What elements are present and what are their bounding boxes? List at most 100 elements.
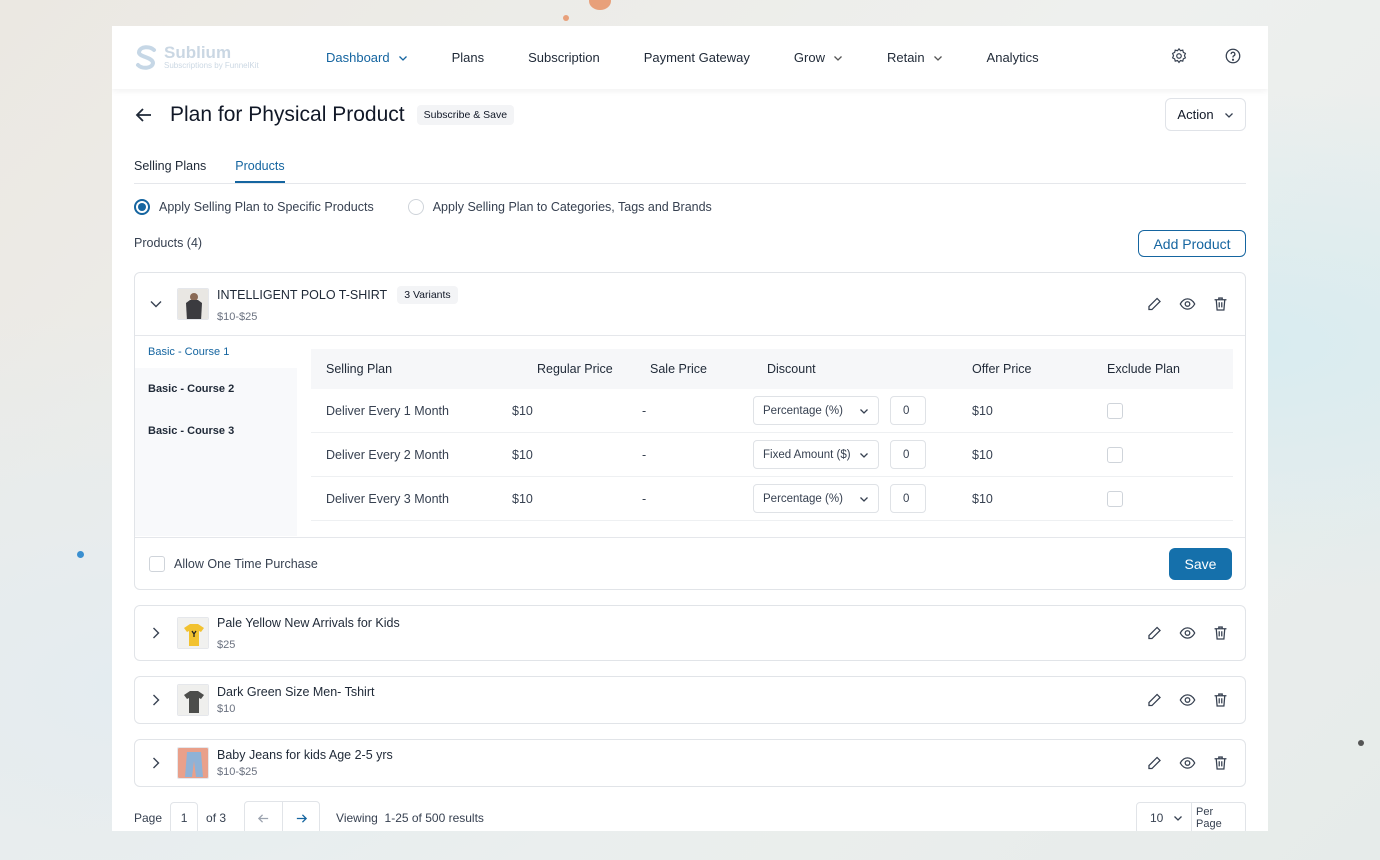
radio-label: Apply Selling Plan to Specific Products: [159, 200, 374, 214]
variant-item[interactable]: Basic - Course 3: [135, 410, 297, 452]
edit-icon[interactable]: [1146, 296, 1163, 313]
eye-icon[interactable]: [1179, 755, 1196, 772]
chevron-right-icon[interactable]: [149, 756, 163, 770]
nav-item-retain[interactable]: Retain: [887, 50, 943, 65]
per-page-select[interactable]: 10: [1137, 803, 1192, 831]
apply-categories-option[interactable]: Apply Selling Plan to Categories, Tags a…: [407, 199, 712, 215]
nav-item-dashboard[interactable]: Dashboard: [326, 50, 408, 65]
next-page-button[interactable]: [282, 802, 319, 831]
background-dot: [563, 15, 569, 21]
allow-one-time-checkbox[interactable]: [149, 556, 165, 572]
nav-item-analytics[interactable]: Analytics: [987, 50, 1039, 65]
tab-products[interactable]: Products: [235, 154, 285, 183]
exclude-plan-checkbox[interactable]: [1107, 402, 1123, 419]
nav-menu: Dashboard Plans Subscription Payment Gat…: [326, 50, 1083, 65]
column-header: Discount: [767, 362, 816, 376]
exclude-plan-checkbox[interactable]: [1107, 490, 1123, 507]
yellow-tshirt-image: [178, 618, 208, 648]
product-price: $10-$25: [217, 310, 258, 323]
current-page-input[interactable]: 1: [170, 802, 199, 831]
column-header: Sale Price: [650, 362, 707, 376]
chevron-down-icon: [1174, 816, 1183, 821]
nav-item-plans[interactable]: Plans: [452, 50, 485, 65]
tab-selling-plans[interactable]: Selling Plans: [134, 154, 206, 183]
brand-logo[interactable]: Sublium Subscriptions by FunnelKit: [134, 44, 326, 71]
discount-cell: Percentage (%): [753, 396, 972, 425]
regular-price-cell: $10: [512, 491, 533, 506]
trash-icon[interactable]: [1212, 296, 1229, 313]
product-actions: [1146, 625, 1229, 642]
trash-icon[interactable]: [1212, 692, 1229, 709]
product-card-body: Basic - Course 1 Basic - Course 2 Basic …: [135, 335, 1245, 537]
variant-item[interactable]: Basic - Course 2: [135, 368, 297, 410]
variant-item[interactable]: Basic - Course 1: [135, 336, 297, 368]
gear-icon[interactable]: [1170, 47, 1188, 65]
product-card-collapsed: Pale Yellow New Arrivals for Kids $25: [134, 605, 1246, 661]
chevron-right-icon[interactable]: [149, 693, 163, 707]
arrow-left-icon: [257, 813, 269, 823]
selling-plan-table: Selling Plan Regular Price Sale Price Di…: [311, 349, 1233, 521]
action-dropdown-button[interactable]: Action: [1165, 98, 1246, 131]
trash-icon[interactable]: [1212, 625, 1229, 642]
trash-icon[interactable]: [1212, 755, 1229, 772]
discount-value-input[interactable]: [890, 440, 926, 469]
tab-bar: Selling Plans Products: [134, 154, 1246, 184]
edit-icon[interactable]: [1146, 625, 1163, 642]
radio-label: Apply Selling Plan to Categories, Tags a…: [432, 200, 712, 214]
eye-icon[interactable]: [1179, 625, 1196, 642]
discount-type-select[interactable]: Percentage (%): [753, 396, 879, 425]
help-circle-icon[interactable]: [1224, 47, 1242, 65]
add-product-button[interactable]: Add Product: [1138, 230, 1246, 257]
sublium-logo-icon: [136, 44, 156, 70]
table-row: Deliver Every 1 Month $10 - Percentage (…: [311, 389, 1233, 433]
per-page-control: 10 Per Page: [1136, 802, 1246, 831]
discount-type-value: Percentage (%): [763, 492, 843, 505]
product-thumbnail: [177, 288, 209, 320]
radio-button[interactable]: [407, 199, 424, 215]
brand-tagline: Subscriptions by FunnelKit: [164, 61, 259, 70]
chevron-down-icon[interactable]: [149, 297, 163, 311]
nav-item-subscription[interactable]: Subscription: [528, 50, 600, 65]
eye-icon[interactable]: [1179, 296, 1196, 313]
table-row: Deliver Every 2 Month $10 - Fixed Amount…: [311, 433, 1233, 477]
product-price: $10: [217, 703, 236, 715]
nav-item-payment-gateway[interactable]: Payment Gateway: [644, 50, 750, 65]
nav-item-label: Dashboard: [326, 50, 390, 65]
regular-price-cell: $10: [512, 403, 533, 418]
nav-item-grow[interactable]: Grow: [794, 50, 843, 65]
chevron-right-icon[interactable]: [149, 626, 163, 640]
chevron-down-icon: [859, 494, 869, 504]
exclude-plan-checkbox[interactable]: [1107, 446, 1123, 463]
chevron-down-icon: [834, 55, 842, 61]
discount-type-select[interactable]: Fixed Amount ($): [753, 440, 879, 469]
sale-price-cell: -: [642, 447, 647, 462]
product-card-expanded: INTELLIGENT POLO T-SHIRT 3 Variants $10-…: [134, 272, 1246, 590]
exclude-plan-cell: [1107, 402, 1227, 419]
product-actions: [1146, 692, 1229, 709]
product-price: $10-$25: [217, 766, 258, 778]
apply-specific-products-option[interactable]: Apply Selling Plan to Specific Products: [134, 199, 374, 215]
product-actions: [1146, 296, 1229, 313]
arrow-left-icon[interactable]: [134, 105, 154, 125]
edit-icon[interactable]: [1146, 692, 1163, 709]
discount-type-select[interactable]: Percentage (%): [753, 484, 879, 513]
radio-button[interactable]: [134, 199, 150, 215]
chevron-down-icon: [859, 450, 869, 460]
eye-icon[interactable]: [1179, 692, 1196, 709]
product-card-header: Dark Green Size Men- Tshirt $10: [135, 677, 1245, 723]
polo-shirt-image: [178, 289, 208, 319]
column-header: Regular Price: [537, 362, 613, 376]
discount-value-input[interactable]: [890, 396, 926, 425]
edit-icon[interactable]: [1146, 755, 1163, 772]
product-name: Pale Yellow New Arrivals for Kids: [217, 615, 400, 630]
selling-plan-cell: Deliver Every 3 Month: [326, 491, 449, 506]
column-header: Offer Price: [972, 362, 1032, 376]
nav-item-label: Subscription: [528, 50, 600, 65]
table-header: Selling Plan Regular Price Sale Price Di…: [311, 349, 1233, 389]
product-card-collapsed: Dark Green Size Men- Tshirt $10: [134, 676, 1246, 724]
discount-value-input[interactable]: [890, 484, 926, 513]
product-price: $25: [217, 638, 236, 651]
previous-page-button[interactable]: [245, 802, 282, 831]
save-button[interactable]: Save: [1169, 548, 1232, 580]
allow-one-time-label: Allow One Time Purchase: [174, 557, 318, 571]
